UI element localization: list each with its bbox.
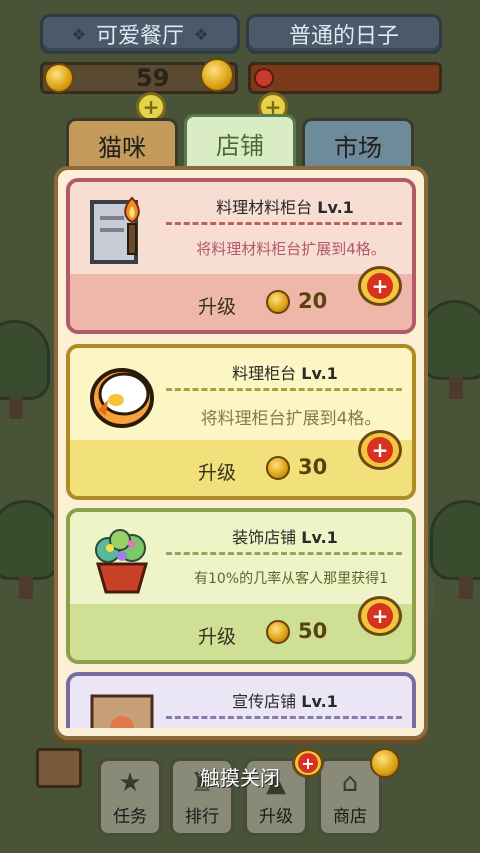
tab-label: 店铺 bbox=[216, 132, 264, 160]
upgrade-available-badge: + bbox=[358, 266, 402, 306]
tab-cats[interactable]: 猫咪 bbox=[66, 118, 178, 170]
upgrade-available-badge: + bbox=[358, 596, 402, 636]
plus-icon: + bbox=[367, 273, 393, 299]
card-title: 料理材料柜台 Lv.1 bbox=[170, 194, 400, 218]
coin-icon bbox=[44, 63, 74, 93]
coin-icon bbox=[266, 620, 290, 644]
upgrade-available-badge: + bbox=[358, 430, 402, 470]
plus-icon: + bbox=[367, 603, 393, 629]
card-title: 装饰店铺 Lv.1 bbox=[170, 524, 400, 548]
upgrade-card: 料理柜台 Lv.1 将料理柜台扩展到4格。 升级 30 bbox=[66, 344, 416, 500]
nav-label: 升级 bbox=[259, 807, 293, 827]
upgrade-card: 料理材料柜台 Lv.1 将料理材料柜台扩展到4格。 升级 20 bbox=[66, 178, 416, 334]
upgrade-label: 升级 bbox=[198, 462, 237, 484]
flower-basket-icon bbox=[88, 524, 156, 596]
card-level: Lv.1 bbox=[301, 692, 338, 711]
upgrade-card: 装饰店铺 Lv.1 有10%的几率从客人那里获得1 升级 50 bbox=[66, 508, 416, 664]
upgrade-cost: 30 bbox=[298, 455, 328, 479]
promo-stand-icon bbox=[88, 688, 156, 728]
tab-market[interactable]: 市场 bbox=[302, 118, 414, 170]
coin-count: 59 bbox=[136, 64, 170, 92]
card-title: 料理柜台 Lv.1 bbox=[170, 360, 400, 384]
food-icon bbox=[254, 68, 274, 88]
torch-counter-icon bbox=[88, 194, 156, 266]
card-description: 将料理材料柜台扩展到4格。 bbox=[196, 240, 386, 258]
upgrade-cost: 50 bbox=[298, 619, 328, 643]
card-description: 有10%的几率从客人那里获得1 bbox=[193, 571, 389, 587]
card-name: 料理材料柜台 bbox=[216, 198, 313, 217]
nav-label: 任务 bbox=[113, 807, 147, 827]
egg-counter-icon bbox=[88, 360, 156, 432]
upgrade-cost: 20 bbox=[298, 289, 328, 313]
card-name: 宣传店铺 bbox=[232, 692, 297, 711]
restaurant-name-box: ❖ 可爱餐厅 ❖ bbox=[40, 14, 240, 54]
coin-icon bbox=[200, 58, 234, 92]
tab-label: 猫咪 bbox=[98, 134, 146, 162]
card-description: 将料理柜台扩展到4格。 bbox=[200, 409, 382, 429]
paw-icon: ❖ bbox=[71, 24, 86, 44]
divider bbox=[166, 388, 402, 391]
plus-icon: + bbox=[367, 437, 393, 463]
divider bbox=[166, 222, 402, 225]
day-name-box: 普通的日子 bbox=[246, 14, 442, 54]
food-bar bbox=[248, 62, 442, 94]
restaurant-name: 可爱餐厅 bbox=[95, 24, 184, 49]
day-name: 普通的日子 bbox=[288, 24, 399, 49]
tab-label: 市场 bbox=[334, 134, 382, 162]
card-name: 料理柜台 bbox=[232, 364, 297, 383]
card-level: Lv.1 bbox=[301, 364, 338, 383]
tab-shop[interactable]: 店铺 bbox=[184, 114, 296, 170]
card-level: Lv.1 bbox=[317, 198, 354, 217]
card-title: 宣传店铺 Lv.1 bbox=[170, 688, 400, 712]
upgrade-label: 升级 bbox=[198, 296, 237, 318]
card-level: Lv.1 bbox=[301, 528, 338, 547]
divider bbox=[166, 552, 402, 555]
upgrade-card: 宣传店铺 Lv.1 bbox=[66, 672, 416, 728]
divider bbox=[166, 716, 402, 719]
close-hint[interactable]: 触摸关闭 bbox=[0, 762, 480, 791]
coin-icon bbox=[266, 290, 290, 314]
coin-icon bbox=[266, 456, 290, 480]
nav-label: 商店 bbox=[333, 807, 367, 827]
card-name: 装饰店铺 bbox=[232, 528, 297, 547]
paw-icon: ❖ bbox=[194, 24, 209, 44]
nav-label: 排行 bbox=[185, 807, 219, 827]
upgrade-label: 升级 bbox=[198, 626, 237, 648]
